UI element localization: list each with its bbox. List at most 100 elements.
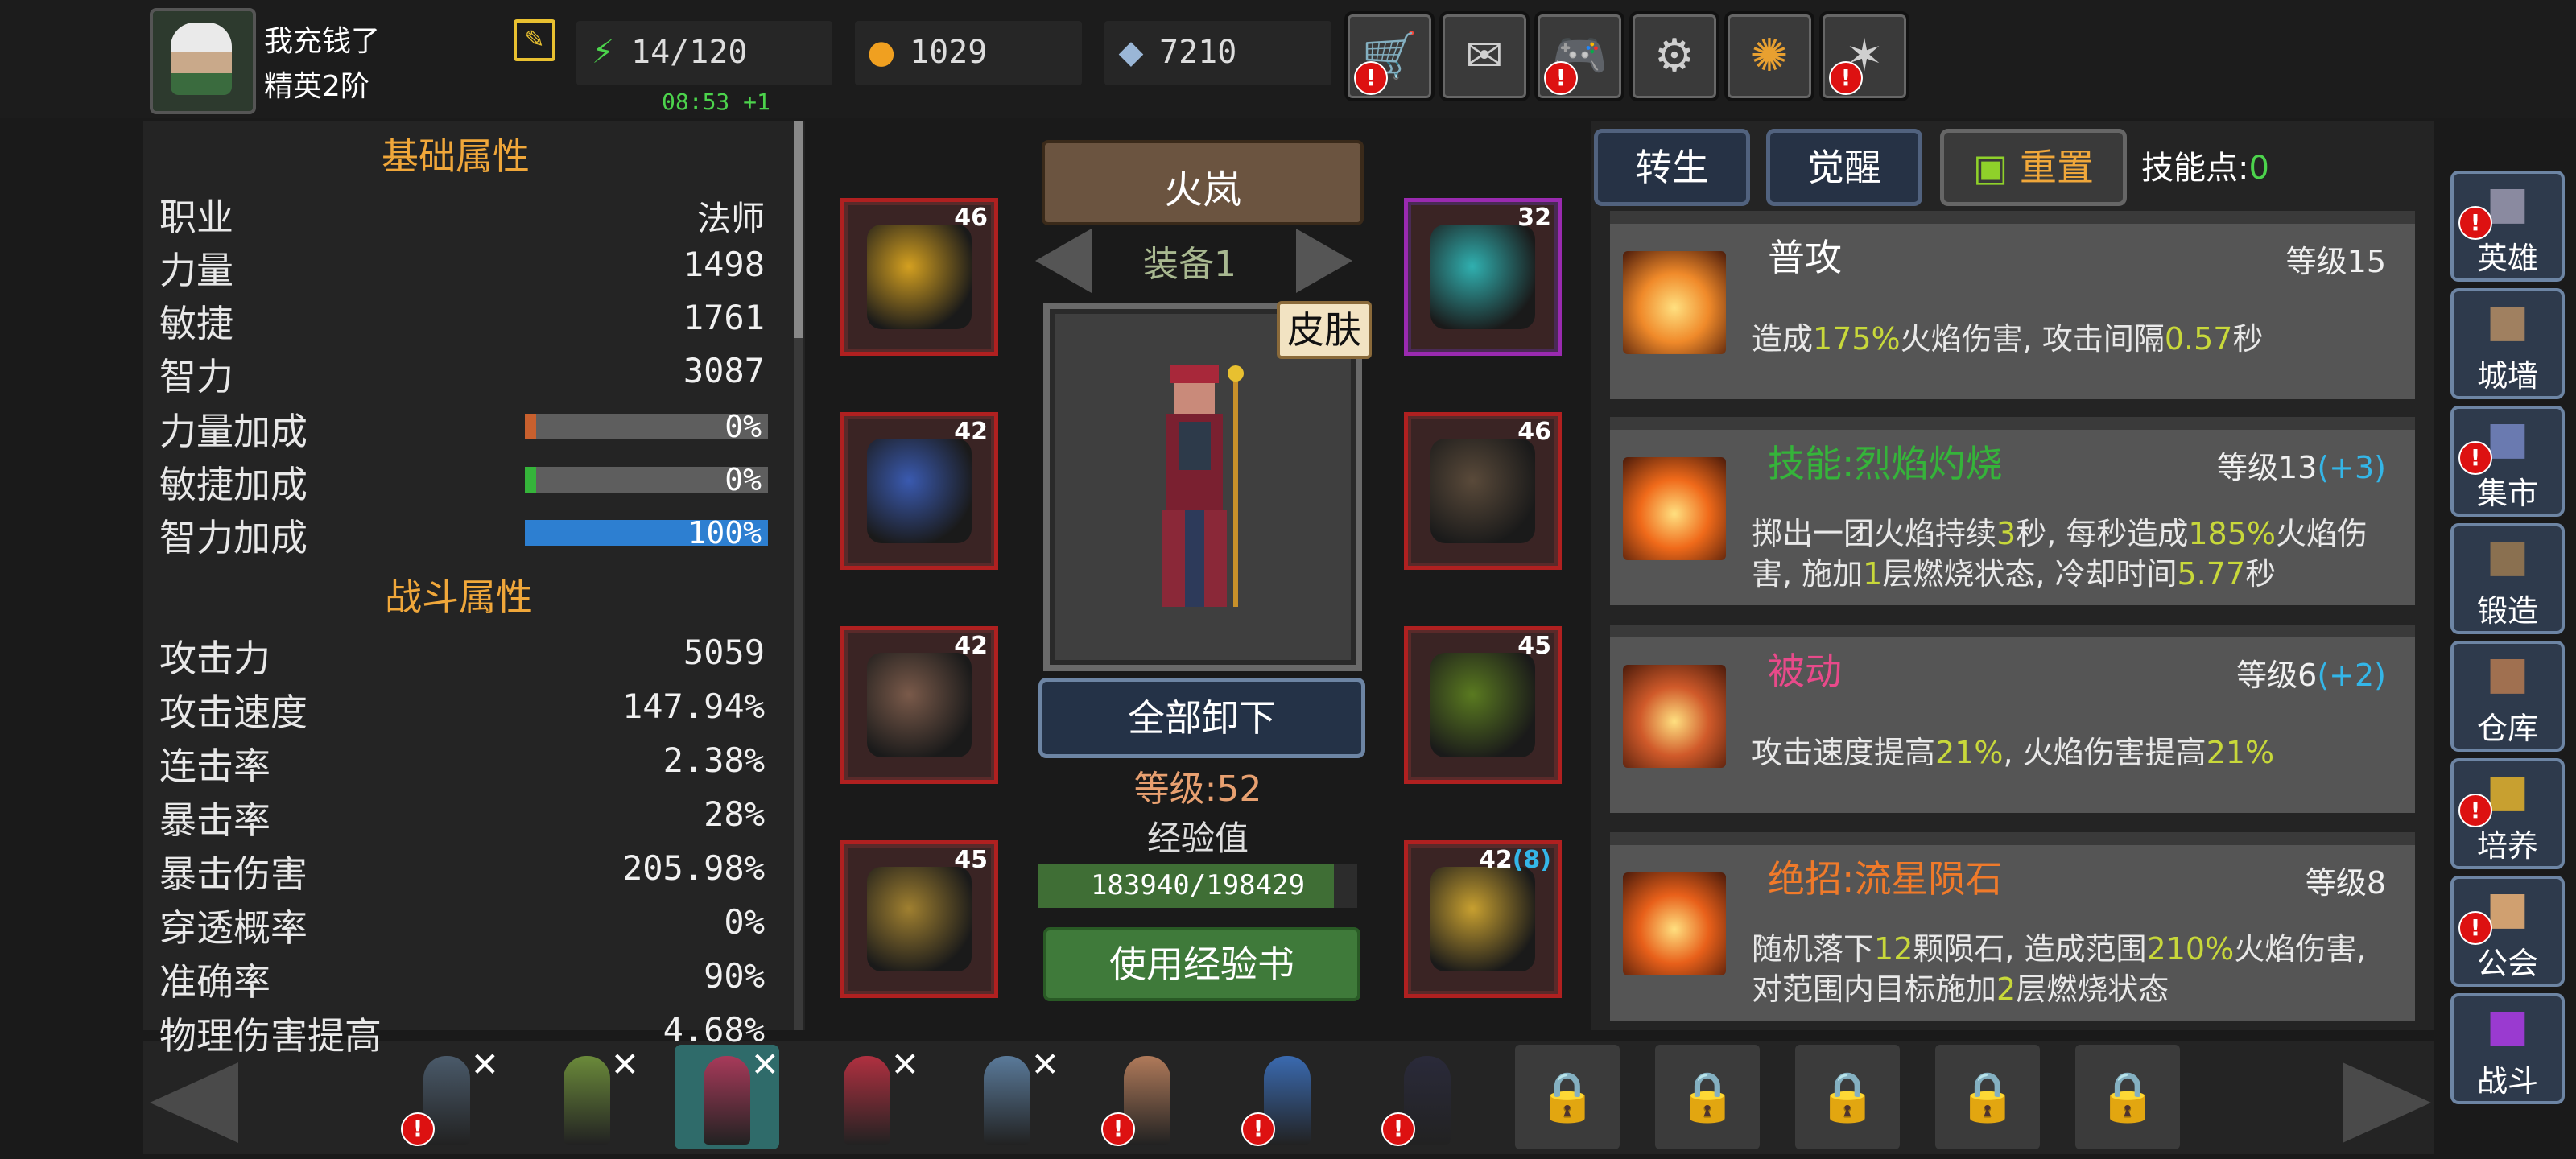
skill-name: 绝招:流星陨石 <box>1768 857 2003 901</box>
combat-attr-value: 2.38% <box>663 740 765 780</box>
equip-slot-boots[interactable]: 45 <box>840 840 998 998</box>
skill-desc-part: 秒, 每秒造成 <box>2016 516 2189 551</box>
hero-portrait-slot[interactable]: ! <box>1375 1045 1480 1149</box>
gloves-icon <box>1430 439 1535 543</box>
equip-slot-armor[interactable]: 42 <box>840 412 998 570</box>
close-icon[interactable]: ✕ <box>471 1045 499 1084</box>
alert-badge: ! <box>1354 61 1388 95</box>
nav-wall-button[interactable]: ■ 城墙 <box>2450 288 2565 399</box>
nav-shop-button[interactable]: ■ 集市! <box>2450 406 2565 517</box>
combat-attr-label: 攻击力 <box>159 637 270 680</box>
skill-name: 被动 <box>1768 650 1842 693</box>
hero-sprite <box>704 1056 750 1145</box>
camera-aperture-icon: ✺ <box>1750 30 1789 82</box>
player-rank: 精英2阶 <box>264 70 369 103</box>
hero-portrait-slot[interactable]: ✕ <box>955 1045 1059 1149</box>
skill-desc-part: 21% <box>2206 735 2275 770</box>
player-avatar[interactable] <box>150 8 256 114</box>
locked-hero-slot[interactable]: 🔒 <box>2075 1045 2180 1149</box>
skill-card[interactable]: 绝招:流星陨石 等级8 随机落下12颗陨石, 造成范围210%火焰伤害, 对范围内目… <box>1610 832 2415 1021</box>
hero-portrait-slot[interactable]: ! <box>1235 1045 1340 1149</box>
alert-badge: ! <box>401 1112 435 1146</box>
unequip-all-button[interactable]: 全部卸下 <box>1038 678 1365 758</box>
attr-label: 职业 <box>159 196 233 239</box>
skill-points-value: 0 <box>2248 150 2269 187</box>
skill-fire-icon <box>1623 251 1726 354</box>
prev-set-arrow[interactable] <box>1035 229 1092 293</box>
equip-level: 32 <box>1517 204 1551 232</box>
hero-sprite <box>984 1056 1030 1145</box>
equip-slot-helmet[interactable]: 46 <box>840 198 998 356</box>
skill-card[interactable]: 技能:烈焰灼烧 等级13(+3) 掷出一团火焰持续3秒, 每秒造成185%火焰伤害,… <box>1610 417 2415 605</box>
equip-slot-necklace[interactable]: 32 <box>1404 198 1562 356</box>
use-exp-book-button[interactable]: 使用经验书 <box>1043 927 1360 1001</box>
settings-icon: ⚙ <box>1653 30 1695 82</box>
equip-slot-leggings[interactable]: 42 <box>840 626 998 784</box>
shop-cart-button[interactable]: 🛒 ! <box>1344 11 1435 101</box>
locked-hero-slot[interactable]: 🔒 <box>1935 1045 2040 1149</box>
alert-badge: ! <box>2458 206 2492 240</box>
close-icon[interactable]: ✕ <box>611 1045 639 1084</box>
locked-hero-slot[interactable]: 🔒 <box>1795 1045 1900 1149</box>
close-icon[interactable]: ✕ <box>751 1045 779 1084</box>
skill-name: 普攻 <box>1768 236 1842 279</box>
hero-sprite <box>844 1056 890 1145</box>
skill-desc-part: 层燃烧状态 <box>2016 971 2169 1007</box>
energy-resource: ⚡ 14/120 <box>576 21 832 85</box>
equip-slot-gloves[interactable]: 46 <box>1404 412 1562 570</box>
skill-fire-icon <box>1623 872 1726 975</box>
mail-button[interactable]: ✉ <box>1439 11 1530 101</box>
wall-icon: ■ <box>2486 295 2529 347</box>
attr-label: 力量 <box>159 249 233 292</box>
nav-helmet-button[interactable]: ■ 英雄! <box>2450 171 2565 282</box>
hero-strip-prev-arrow[interactable] <box>150 1062 238 1143</box>
close-icon[interactable]: ✕ <box>891 1045 919 1084</box>
hero-portrait-slot[interactable]: ✕ <box>535 1045 639 1149</box>
nav-portal-button[interactable]: ■ 战斗 <box>2450 993 2565 1104</box>
edit-icon[interactable]: ✎ <box>514 19 555 61</box>
skill-card[interactable]: 普攻 等级15 造成175%火焰伤害, 攻击间隔0.57秒 <box>1610 211 2415 399</box>
hero-portrait-slot[interactable]: ✕! <box>394 1045 499 1149</box>
awaken-button[interactable]: 觉醒 <box>1766 129 1922 206</box>
rebirth-button[interactable]: 转生 <box>1594 129 1750 206</box>
hero-portrait-slot[interactable]: ! <box>1095 1045 1199 1149</box>
combat-attr-label: 暴击伤害 <box>159 852 308 896</box>
skill-points-label: 技能点: <box>2141 150 2249 187</box>
energy-icon: ⚡ <box>591 34 615 71</box>
nav-anvil-button[interactable]: ■ 锻造 <box>2450 523 2565 634</box>
skin-button[interactable]: 皮肤 <box>1277 301 1372 359</box>
staff-icon <box>1430 867 1535 971</box>
locked-hero-slot[interactable]: 🔒 <box>1655 1045 1760 1149</box>
nav-chest-button[interactable]: ■ 仓库 <box>2450 641 2565 752</box>
skill-card[interactable]: 被动 等级6(+2) 攻击速度提高21%, 火焰伤害提高21% <box>1610 625 2415 813</box>
skill-level-text: 等级15 <box>2285 244 2386 279</box>
close-icon[interactable]: ✕ <box>1031 1045 1059 1084</box>
attr-value: 3087 <box>683 351 765 390</box>
equip-slot-talisman[interactable]: 45 <box>1404 626 1562 784</box>
locked-hero-slot[interactable]: 🔒 <box>1515 1045 1620 1149</box>
next-set-arrow[interactable] <box>1296 229 1352 293</box>
equip-level-number: 42 <box>954 418 988 446</box>
combat-attributes-title: 战斗属性 <box>385 575 533 619</box>
hero-strip-next-arrow[interactable] <box>2343 1062 2431 1143</box>
bonus-bar: 100% <box>525 515 768 551</box>
fireworks-button[interactable]: ✶ ! <box>1819 11 1909 101</box>
reset-label: 重置 <box>2020 146 2095 189</box>
mail-icon: ✉ <box>1465 30 1504 82</box>
equip-slot-staff[interactable]: 42(8) <box>1404 840 1562 998</box>
skill-level: 等级15 <box>2286 237 2386 281</box>
gold-resource: ● 1029 <box>855 21 1082 85</box>
nav-trophy-button[interactable]: ■ 培养! <box>2450 758 2565 869</box>
hero-portrait-slot[interactable]: ✕ <box>815 1045 919 1149</box>
nav-guild-button[interactable]: ■ 公会! <box>2450 876 2565 987</box>
reset-skills-button[interactable]: ▣ 重置 <box>1940 129 2127 206</box>
attribute-scrollbar[interactable] <box>794 121 803 1030</box>
gamepad-button[interactable]: 🎮 ! <box>1534 11 1624 101</box>
nav-label: 集市 <box>2476 476 2538 511</box>
settings-button[interactable]: ⚙ <box>1629 11 1719 101</box>
anvil-icon: ■ <box>2486 530 2529 582</box>
exp-bar: 183940/198429 <box>1038 864 1357 908</box>
color-wheel-button[interactable]: ✺ <box>1724 11 1814 101</box>
hero-sprite <box>564 1056 610 1145</box>
hero-portrait-slot[interactable]: ✕ <box>675 1045 779 1149</box>
